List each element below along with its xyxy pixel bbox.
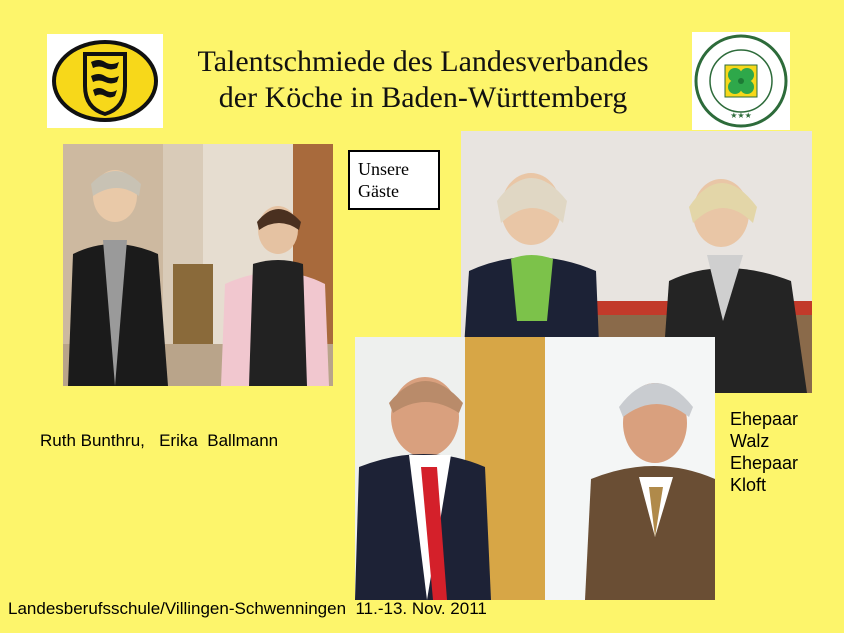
coat-of-arms-logo xyxy=(47,34,163,128)
guests-label-box: Unsere Gäste xyxy=(348,150,440,210)
caption-right-names: Ehepaar Walz Ehepaar Kloft xyxy=(730,408,798,496)
svg-text:★★★: ★★★ xyxy=(730,111,752,120)
footer-location-date: Landesberufsschule/Villingen-Schwenninge… xyxy=(8,599,487,618)
title-line-2: der Köche in Baden-Württemberg xyxy=(218,81,628,114)
caption-right-line-3: Ehepaar xyxy=(730,453,799,473)
title-line-1: Talentschmiede des Landesverbandes xyxy=(197,45,649,78)
chefs-association-logo: ★★★ xyxy=(692,32,790,130)
caption-right-line-4: Kloft xyxy=(730,475,767,495)
caption-right-line-1: Ehepaar xyxy=(730,409,799,429)
slide-title: Talentschmiede des Landesverbandes der K… xyxy=(166,44,680,116)
photo-couple-kloft xyxy=(355,337,715,600)
guests-line-2: Gäste xyxy=(358,181,399,201)
caption-right-line-2: Walz xyxy=(730,431,770,451)
guests-line-1: Unsere xyxy=(358,159,409,179)
photo-two-women xyxy=(63,144,333,386)
caption-left-names: Ruth Bunthru, Erika Ballmann xyxy=(40,431,279,450)
